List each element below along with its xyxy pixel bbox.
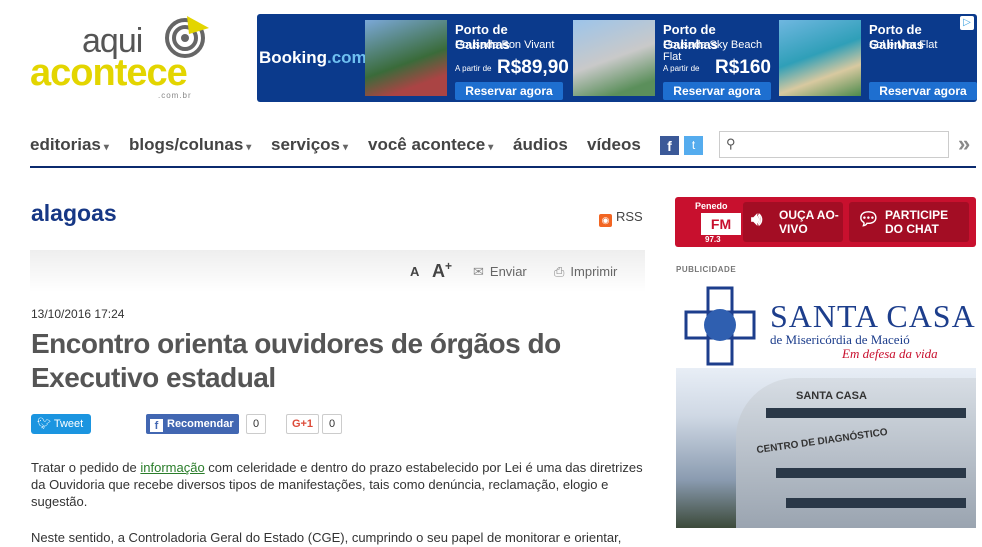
article-headline: Encontro orienta ouvidores de órgãos do …	[31, 328, 561, 393]
ad-slogan: Em defesa da vida	[842, 346, 938, 361]
ad-offer-card[interactable]: Porto de Galinhas Pousada Bon Vivant A p…	[365, 20, 569, 100]
twitter-icon[interactable]: t	[684, 136, 703, 155]
ad-offer-card[interactable]: Porto de Galinhas Pousada Sky Beach Flat…	[573, 20, 773, 100]
booking-logo: Booking.com	[259, 48, 367, 67]
radio-station-logo: Penedo FM 97.3	[683, 201, 743, 244]
gplus-button[interactable]: G+1	[286, 414, 319, 434]
article-toolbar: A A+ ✉ Enviar ⎙ Imprimir	[30, 250, 645, 292]
gplus-count: 0	[322, 414, 343, 434]
nav-item-videos[interactable]: vídeos	[587, 135, 641, 155]
rss-link[interactable]: ◉ RSS	[599, 209, 643, 227]
font-decrease-button[interactable]: A	[410, 264, 419, 279]
print-button[interactable]: ⎙ Imprimir	[554, 264, 617, 280]
article-paragraph: Tratar o pedido de informação com celeri…	[31, 460, 643, 509]
logo-text-acontece: acontece	[30, 52, 188, 94]
nav-item-servicos[interactable]: serviços ▾	[271, 135, 348, 155]
tweet-button[interactable]: 🐦︎ Tweet	[31, 414, 91, 434]
ad-brand-name: SANTA CASA	[770, 298, 976, 334]
article-date: 13/10/2016 17:24	[31, 307, 125, 321]
nav-item-blogs[interactable]: blogs/colunas ▾	[129, 135, 251, 155]
radio-widget: Penedo FM 97.3 🔊︎ OUÇA AO-VIVO 💬︎ PARTIC…	[675, 197, 976, 247]
search-input[interactable]	[742, 134, 942, 155]
nav-item-voce-acontece[interactable]: você acontece ▾	[368, 135, 493, 155]
hospital-building: SANTA CASA CENTRO DE DIAGNÓSTICO	[736, 378, 976, 528]
rss-icon: ◉	[599, 214, 612, 227]
window-band	[776, 468, 966, 478]
nav-item-audios[interactable]: áudios	[513, 135, 568, 155]
reserve-button[interactable]: Reservar agora	[869, 82, 977, 100]
caret-down-icon: ▾	[343, 142, 349, 153]
santa-casa-cross-logo	[684, 286, 756, 366]
caret-down-icon: ▾	[488, 142, 494, 153]
information-link[interactable]: informação	[140, 460, 204, 475]
logo-text-domain: .com.br	[158, 91, 192, 100]
reserve-button[interactable]: Reservar agora	[455, 82, 563, 100]
section-title[interactable]: alagoas	[31, 200, 117, 227]
offer-price: R$89,90	[497, 57, 569, 78]
caret-down-icon: ▾	[246, 142, 252, 153]
facebook-recommend-button[interactable]: f Recomendar	[146, 414, 239, 434]
window-band	[786, 498, 966, 508]
hotel-photo	[779, 20, 861, 96]
site-logo[interactable]: aqui acontece .com.br	[30, 12, 220, 102]
article-paragraph: Neste sentido, a Controladoria Geral do …	[31, 530, 622, 545]
hotel-photo	[365, 20, 447, 96]
listen-live-button[interactable]: 🔊︎ OUÇA AO-VIVO	[743, 202, 843, 242]
advertising-label: PUBLICIDADE	[676, 265, 737, 274]
facebook-icon: f	[150, 419, 163, 432]
ad-offer-card[interactable]: Porto de Galinhas Sol e Mar Flat Reserva…	[779, 20, 977, 100]
facebook-icon[interactable]: f	[660, 136, 679, 155]
join-chat-button[interactable]: 💬︎ PARTICIPE DO CHAT	[849, 202, 969, 242]
search-icon: ⚲	[726, 136, 736, 151]
reserve-button[interactable]: Reservar agora	[663, 82, 771, 100]
offer-price: R$160	[715, 57, 771, 78]
envelope-icon: ✉	[473, 264, 484, 279]
search-box: ⚲	[719, 131, 949, 158]
hotel-photo	[573, 20, 655, 96]
santa-casa-ad[interactable]: SANTA CASA de Misericórdia de Maceió Em …	[676, 278, 976, 528]
send-button[interactable]: ✉ Enviar	[473, 264, 527, 280]
offer-hotel: Sol e Mar Flat	[869, 39, 938, 51]
caret-down-icon: ▾	[103, 142, 109, 153]
twitter-bird-icon: 🐦︎	[37, 418, 54, 430]
offer-hotel: Pousada Bon Vivant	[455, 39, 555, 51]
offer-from: A partir de	[663, 64, 700, 73]
offer-from: A partir de	[455, 64, 492, 73]
font-increase-button[interactable]: A+	[432, 259, 452, 282]
facade-sign-diagnostico: CENTRO DE DIAGNÓSTICO	[755, 426, 889, 457]
main-nav: editorias ▾ blogs/colunas ▾ serviços ▾ você…	[30, 126, 976, 168]
recommend-count: 0	[246, 414, 267, 434]
search-submit-icon[interactable]: »	[958, 131, 970, 157]
nav-item-editorias[interactable]: editorias ▾	[30, 135, 109, 155]
speaker-icon: 🔊︎	[751, 209, 763, 229]
printer-icon: ⎙	[554, 264, 565, 279]
adchoices-icon[interactable]: ▷	[960, 16, 974, 30]
chat-bubble-icon: 💬︎	[857, 209, 880, 229]
booking-ad-banner[interactable]: Booking.com Porto de Galinhas Pousada Bo…	[257, 14, 977, 102]
window-band	[766, 408, 966, 418]
facade-sign: SANTA CASA	[796, 390, 867, 402]
